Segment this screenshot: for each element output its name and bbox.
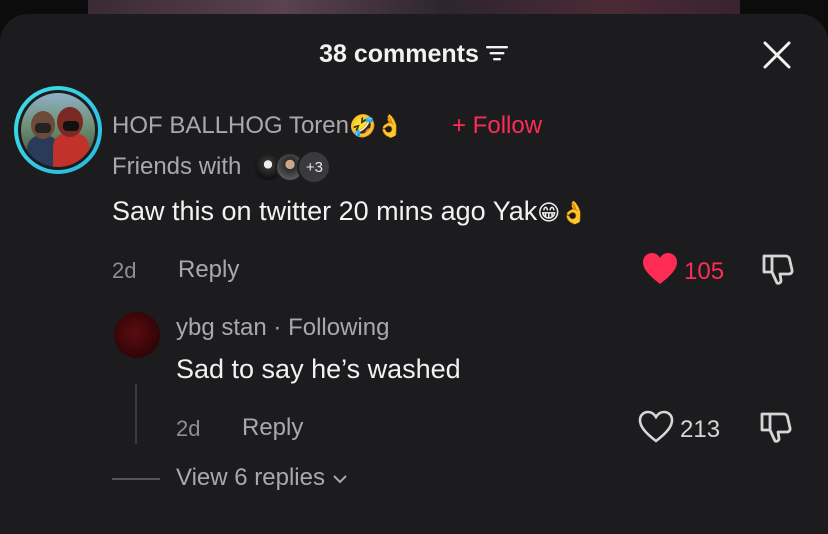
- reply-time: 2d: [176, 416, 201, 441]
- comment-text: Saw this on twitter 20 mins ago Yak😁👌: [112, 196, 588, 227]
- avatar-inner: [18, 90, 98, 170]
- comment-body: Saw this on twitter 20 mins ago Yak: [112, 196, 538, 226]
- friends-row[interactable]: Friends with +3: [112, 150, 332, 184]
- friends-label: Friends with: [112, 153, 242, 180]
- avatar-photo: [21, 93, 95, 167]
- comments-header: 38 comments: [0, 40, 828, 70]
- filter-icon[interactable]: [485, 41, 509, 70]
- username-emojis: 🤣👌: [348, 113, 404, 139]
- reply-username: ybg stan: [176, 314, 267, 341]
- comment-like-count: 105: [684, 257, 725, 285]
- reply-separator: ·: [273, 314, 282, 341]
- avatar-mask-right: [63, 121, 79, 131]
- heart-filled-icon: [642, 252, 678, 291]
- commenter-username[interactable]: HOF BALLHOG Toren🤣👌: [112, 112, 404, 140]
- comment-emojis: 😁👌: [537, 199, 588, 225]
- reply-user-line[interactable]: ybg stan · Following: [176, 314, 389, 342]
- dislike-icon[interactable]: [760, 252, 796, 293]
- avatar-mask-left: [35, 123, 51, 133]
- reply-text: Sad to say he’s washed: [176, 354, 461, 384]
- follow-button[interactable]: + Follow: [452, 112, 542, 140]
- replies-divider: [112, 478, 160, 480]
- comment-like-button[interactable]: 105: [642, 252, 724, 291]
- commenter-avatar[interactable]: [14, 86, 102, 174]
- thread-line: [135, 384, 137, 444]
- comments-count: 38 comments: [319, 40, 479, 68]
- reply-reply-button[interactable]: Reply: [242, 414, 303, 442]
- close-icon[interactable]: [762, 40, 792, 70]
- comment-reply-button[interactable]: Reply: [178, 256, 239, 284]
- username-text: HOF BALLHOG Toren: [112, 112, 349, 139]
- reply-like-button[interactable]: 213: [638, 410, 720, 449]
- view-replies-button[interactable]: View 6 replies: [176, 464, 348, 492]
- heart-outline-icon: [638, 410, 674, 449]
- comment-time: 2d: [112, 258, 137, 283]
- avatar-figure-right: [53, 133, 89, 167]
- view-replies-label: View 6 replies: [176, 464, 325, 491]
- friends-extra-count: +3: [297, 150, 332, 184]
- reply-like-count: 213: [680, 415, 721, 443]
- chevron-down-icon: [332, 464, 348, 491]
- dislike-icon[interactable]: [758, 410, 794, 451]
- reply-relation: Following: [288, 314, 390, 341]
- reply-avatar[interactable]: [114, 312, 160, 358]
